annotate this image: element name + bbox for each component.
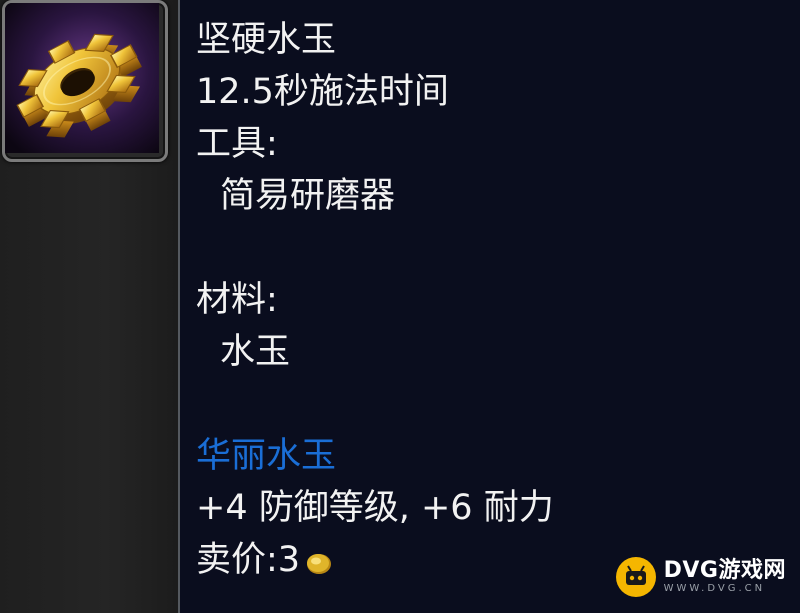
icon-panel	[0, 0, 178, 613]
item-tooltip: 坚硬水玉 12.5秒施法时间 工具: 简易研磨器 材料: 水玉 华丽水玉 +4 …	[178, 0, 800, 613]
item-stats: +4 防御等级, +6 耐力	[196, 488, 554, 528]
gear-icon	[5, 3, 159, 153]
result-item-name[interactable]: 华丽水玉	[196, 436, 336, 476]
tools-label: 工具:	[196, 124, 278, 164]
cast-time: 12.5秒施法时间	[196, 72, 449, 112]
tool-name: 简易研磨器	[220, 176, 396, 216]
sell-price-value: 3	[277, 540, 301, 580]
gold-coin-icon	[306, 545, 332, 574]
item-name: 坚硬水玉	[196, 20, 337, 60]
sell-price: 卖价:3	[196, 540, 332, 580]
dvg-logo-icon	[615, 557, 656, 597]
sell-price-label: 卖价:	[196, 540, 278, 580]
item-icon-slot[interactable]	[2, 0, 168, 162]
watermark-url: WWW.DVG.CN	[663, 583, 766, 594]
material-name: 水玉	[220, 332, 291, 372]
watermark: DVG游戏网 WWW.DVG.CN	[615, 555, 786, 599]
materials-label: 材料:	[196, 280, 278, 320]
watermark-title: DVG游戏网	[663, 558, 786, 583]
